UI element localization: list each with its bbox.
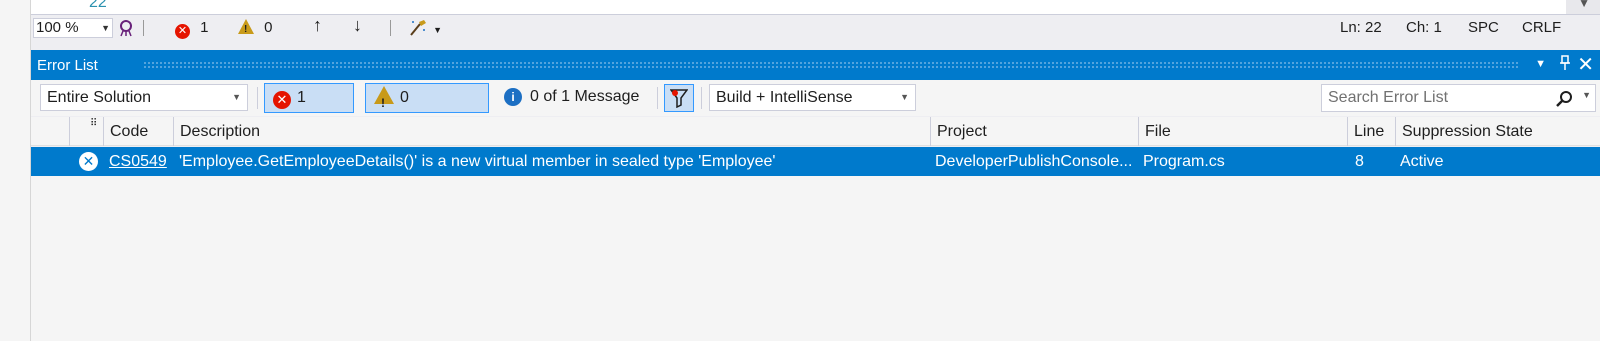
editor-area[interactable]: 22 ▼ (31, 0, 1600, 14)
error-code-link[interactable]: CS0549 (109, 153, 167, 170)
scope-value: Entire Solution (47, 89, 152, 106)
header-description[interactable]: Description (173, 117, 930, 146)
errors-filter-button[interactable]: ✕1 Error (264, 83, 354, 134)
cell-suppression: Active (1400, 153, 1444, 170)
zoom-combo[interactable]: 100 % ▼ (33, 18, 113, 38)
line-number: 22 (89, 0, 107, 11)
warning-icon (374, 86, 394, 117)
pin-icon[interactable] (1558, 55, 1572, 76)
header-file[interactable]: File (1138, 117, 1347, 146)
chevron-down-icon: ▼ (101, 23, 110, 33)
warnings-filter-button[interactable]: 0 Warnings (365, 83, 489, 134)
error-icon: ✕ (175, 24, 190, 39)
separator (701, 87, 702, 109)
warning-count-indicator[interactable]: 0 (238, 19, 273, 39)
chevron-down-icon[interactable]: ▼ (1582, 90, 1591, 100)
build-filter-toggle[interactable] (664, 84, 694, 112)
search-input[interactable] (1322, 85, 1557, 111)
header-project[interactable]: Project (930, 117, 1138, 146)
build-source-value: Build + IntelliSense (716, 89, 853, 106)
cell-description: 'Employee.GetEmployeeDetails()' is a new… (179, 153, 776, 170)
search-box[interactable]: ▼ (1321, 84, 1596, 112)
filter-icon (670, 89, 688, 108)
header-line[interactable]: Line (1347, 117, 1395, 146)
window-menu-icon[interactable]: ▼ (1535, 58, 1546, 70)
chevron-down-icon: ▼ (232, 92, 241, 102)
build-source-combo[interactable]: Build + IntelliSense ▼ (709, 84, 916, 111)
info-icon: i (504, 88, 522, 106)
separator (143, 20, 144, 36)
search-icon[interactable] (1555, 90, 1573, 108)
warning-icon (238, 19, 254, 39)
close-icon[interactable]: ✕ (1577, 52, 1594, 77)
messages-label: 0 of 1 Message (530, 88, 640, 105)
zoom-value: 100 % (36, 19, 79, 36)
warning-count: 0 (264, 19, 273, 36)
indent-mode[interactable]: SPC (1468, 19, 1499, 37)
editor-scrollbar[interactable]: ▼ (1566, 0, 1600, 14)
error-count-indicator[interactable]: ✕ 1 (175, 19, 209, 39)
scroll-down-icon[interactable]: ▼ (1578, 0, 1590, 10)
error-icon: ✕ (273, 91, 291, 109)
error-icon: ✕ (79, 152, 98, 171)
error-list-title-bar[interactable]: Error List ▼ ✕ (31, 50, 1600, 80)
code-cleanup-icon[interactable]: ▼ (409, 19, 442, 42)
separator (390, 20, 391, 36)
cell-project: DeveloperPublishConsole... (935, 153, 1133, 170)
header-blank[interactable] (31, 117, 69, 146)
error-list-body[interactable] (31, 176, 1600, 341)
cell-file: Program.cs (1143, 153, 1225, 170)
line-position[interactable]: Ln: 22 (1340, 19, 1382, 37)
title-grip (143, 61, 1520, 69)
arrow-down-icon[interactable]: ↓ (353, 16, 362, 34)
column-headers: ⠿ Code Description Project File Line Sup… (31, 117, 1600, 146)
char-position[interactable]: Ch: 1 (1406, 19, 1442, 37)
panel-title: Error List (37, 57, 98, 74)
error-count: 1 (200, 19, 209, 36)
header-code[interactable]: Code (103, 117, 173, 146)
separator (657, 87, 658, 109)
error-list-toolbar: Entire Solution ▼ ✕1 Error 0 Warnings i0… (31, 80, 1600, 134)
arrow-up-icon[interactable]: ↑ (313, 16, 322, 34)
chevron-down-icon: ▼ (433, 25, 443, 35)
separator (257, 87, 258, 109)
intellicode-icon[interactable] (117, 19, 135, 42)
editor-status-bar: 100 % ▼ ✕ 1 0 ↑ ↓ ▼ Ln: 22 Ch: 1 SPC CRL… (31, 14, 1600, 41)
line-ending[interactable]: CRLF (1522, 19, 1561, 37)
cell-code: CS0549 (103, 147, 173, 176)
cell-line: 8 (1355, 153, 1364, 170)
header-suppression-state[interactable]: Suppression State (1395, 117, 1600, 146)
table-row[interactable]: ✕ CS0549 'Employee.GetEmployeeDetails()'… (31, 147, 1600, 176)
chevron-down-icon: ▼ (900, 92, 909, 102)
messages-filter-button[interactable]: i 0 of 1 Message (498, 83, 645, 113)
scope-combo[interactable]: Entire Solution ▼ (40, 84, 248, 111)
left-gutter (0, 0, 31, 341)
column-chooser-icon[interactable]: ⠿ (69, 117, 103, 146)
